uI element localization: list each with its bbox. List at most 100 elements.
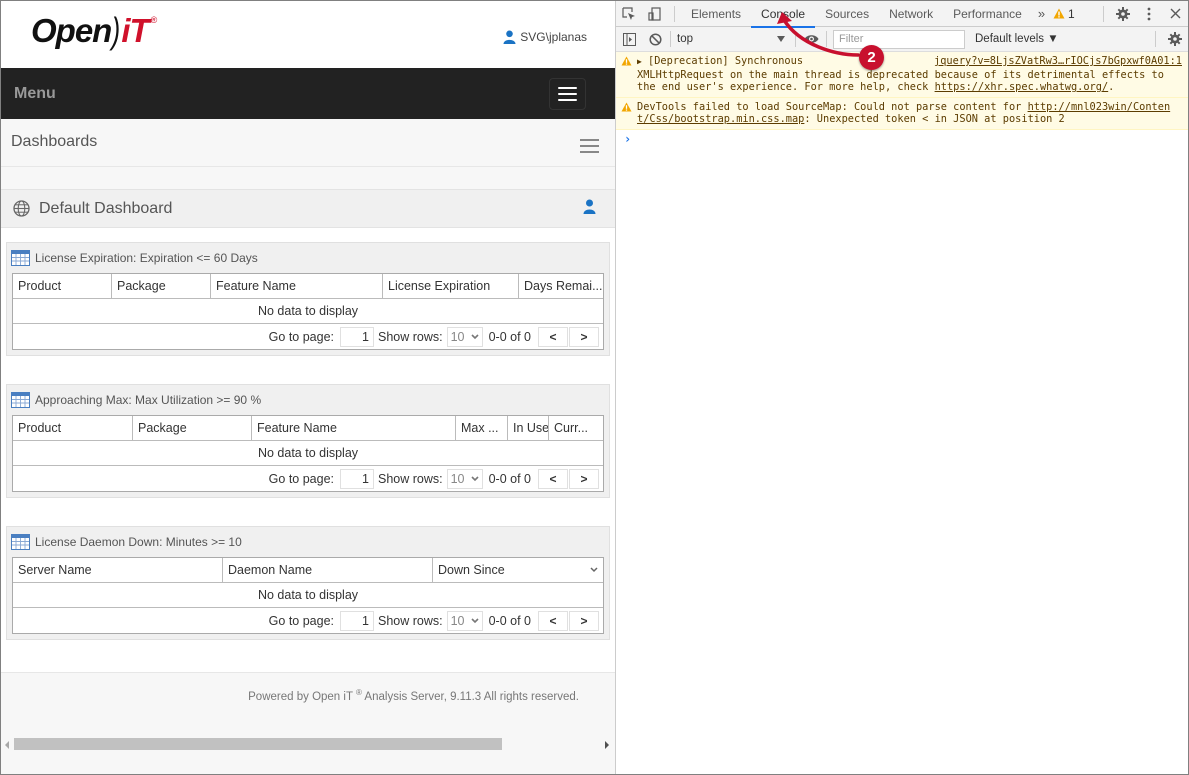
tab-network[interactable]: Network bbox=[879, 1, 943, 27]
context-selector[interactable]: top bbox=[673, 33, 793, 45]
data-grid: Product Package Feature Name Max ... In … bbox=[12, 415, 604, 492]
dashboard-content: License Expiration: Expiration <= 60 Day… bbox=[1, 228, 615, 672]
table-icon bbox=[11, 534, 30, 550]
warnings-counter[interactable]: 1 bbox=[1053, 7, 1075, 21]
goto-page-input[interactable]: 1 bbox=[340, 610, 374, 631]
column-header[interactable]: Package bbox=[112, 274, 211, 298]
web-page: Open ) iT ® SVG\jplanas Menu Dashboards … bbox=[1, 1, 615, 774]
data-grid: Product Package Feature Name License Exp… bbox=[12, 273, 604, 350]
column-header[interactable]: Server Name bbox=[13, 558, 223, 582]
empty-message: No data to display bbox=[13, 299, 603, 324]
column-header[interactable]: Product bbox=[13, 416, 133, 440]
table-icon bbox=[11, 250, 30, 266]
prev-page-button[interactable]: < bbox=[538, 468, 568, 489]
warning-icon bbox=[1053, 8, 1065, 19]
scrollbar-thumb[interactable] bbox=[14, 738, 502, 750]
show-rows-label: Show rows: bbox=[378, 329, 443, 344]
scroll-right-arrow-icon[interactable] bbox=[605, 741, 609, 749]
next-page-button[interactable]: > bbox=[569, 468, 599, 489]
clear-icon bbox=[648, 32, 662, 46]
record-count: 0-0 of 0 bbox=[488, 471, 531, 486]
goto-page-input[interactable]: 1 bbox=[340, 468, 374, 489]
pager: Go to page: 1 Show rows: 10 0-0 of 0 < > bbox=[13, 324, 603, 349]
prev-page-button[interactable]: < bbox=[538, 326, 568, 347]
show-rows-label: Show rows: bbox=[378, 471, 443, 486]
gear-icon bbox=[1168, 32, 1182, 46]
goto-page-label: Go to page: bbox=[268, 329, 334, 344]
logo-open-text: Open bbox=[31, 12, 112, 49]
tab-sources[interactable]: Sources bbox=[815, 1, 879, 27]
scroll-left-arrow-icon[interactable] bbox=[5, 741, 9, 749]
goto-page-input[interactable]: 1 bbox=[340, 326, 374, 347]
console-warning-message[interactable]: DevTools failed to load SourceMap: Could… bbox=[616, 97, 1188, 130]
console-filter-input[interactable]: Filter bbox=[833, 29, 965, 49]
menu-toggle-button[interactable] bbox=[549, 78, 586, 110]
chevron-down-icon bbox=[471, 475, 479, 481]
column-header[interactable]: Feature Name bbox=[211, 274, 383, 298]
goto-page-label: Go to page: bbox=[268, 613, 334, 628]
eye-icon bbox=[804, 35, 818, 43]
user-account-link[interactable]: SVG\jplanas bbox=[503, 30, 587, 44]
tab-elements[interactable]: Elements bbox=[681, 1, 751, 27]
more-tabs-button[interactable]: » bbox=[1032, 6, 1051, 21]
widget-title: License Expiration: Expiration <= 60 Day… bbox=[35, 251, 258, 265]
dashboards-title: Dashboards bbox=[11, 133, 98, 150]
console-prompt[interactable]: › bbox=[616, 130, 1188, 146]
rows-per-page-select[interactable]: 10 bbox=[446, 610, 483, 631]
clear-console-button[interactable] bbox=[642, 26, 668, 52]
rows-per-page-select[interactable]: 10 bbox=[446, 468, 483, 489]
hamburger-line bbox=[558, 87, 577, 89]
column-header[interactable]: Feature Name bbox=[252, 416, 456, 440]
inspect-element-button[interactable] bbox=[616, 1, 642, 27]
grid-header-row: Product Package Feature Name License Exp… bbox=[13, 274, 603, 299]
close-devtools-button[interactable] bbox=[1162, 1, 1188, 27]
column-header[interactable]: Days Remai... bbox=[519, 274, 603, 298]
prev-page-button[interactable]: < bbox=[538, 610, 568, 631]
dashboard-owner-icon[interactable] bbox=[583, 199, 596, 214]
device-toolbar-button[interactable] bbox=[642, 1, 668, 27]
tab-console[interactable]: Console bbox=[751, 1, 816, 28]
inspect-cursor-icon bbox=[622, 6, 635, 20]
pager: Go to page: 1 Show rows: 10 0-0 of 0 < > bbox=[13, 608, 603, 633]
widget-title: License Daemon Down: Minutes >= 10 bbox=[35, 535, 242, 549]
settings-button[interactable] bbox=[1110, 1, 1136, 27]
empty-message: No data to display bbox=[13, 583, 603, 608]
show-sidebar-button[interactable] bbox=[616, 26, 642, 52]
openit-logo[interactable]: Open ) iT ® bbox=[31, 11, 157, 51]
user-icon bbox=[503, 30, 516, 44]
column-header[interactable]: Curr... bbox=[549, 416, 603, 440]
customize-menu-button[interactable] bbox=[1136, 1, 1162, 27]
column-header[interactable]: Product bbox=[13, 274, 112, 298]
device-mode-icon bbox=[648, 6, 661, 21]
username: SVG\jplanas bbox=[520, 30, 587, 44]
message-link[interactable]: https://xhr.spec.whatwg.org/ bbox=[935, 81, 1109, 93]
console-output: jquery?v=8LjsZVatRw3…rIOCjs7bGpxwf0A01:1… bbox=[616, 52, 1188, 146]
widget-approaching-max: Approaching Max: Max Utilization >= 90 %… bbox=[6, 384, 610, 498]
hamburger-line bbox=[558, 99, 577, 101]
live-expression-button[interactable] bbox=[798, 26, 824, 52]
goto-page-label: Go to page: bbox=[268, 471, 334, 486]
next-page-button[interactable]: > bbox=[569, 610, 599, 631]
column-header[interactable]: Daemon Name bbox=[223, 558, 433, 582]
column-header[interactable]: In Use bbox=[508, 416, 549, 440]
dropdown-arrow-icon bbox=[777, 36, 785, 42]
column-header[interactable]: License Expiration bbox=[383, 274, 519, 298]
column-header[interactable]: Package bbox=[133, 416, 252, 440]
console-warning-message[interactable]: jquery?v=8LjsZVatRw3…rIOCjs7bGpxwf0A01:1… bbox=[616, 52, 1188, 98]
horizontal-scrollbar[interactable] bbox=[1, 737, 615, 754]
next-page-button[interactable]: > bbox=[569, 326, 599, 347]
gear-icon bbox=[1116, 6, 1130, 21]
tab-performance[interactable]: Performance bbox=[943, 1, 1032, 27]
sort-descending-icon[interactable] bbox=[590, 567, 598, 573]
pager: Go to page: 1 Show rows: 10 0-0 of 0 < > bbox=[13, 466, 603, 491]
console-settings-button[interactable] bbox=[1162, 26, 1188, 52]
warning-icon bbox=[621, 56, 632, 66]
column-header[interactable]: Down Since bbox=[433, 558, 603, 582]
log-levels-dropdown[interactable]: Default levels ▼ bbox=[975, 33, 1059, 45]
grid-header-row: Server Name Daemon Name Down Since bbox=[13, 558, 603, 583]
expand-triangle-icon[interactable]: ▶ bbox=[637, 57, 642, 66]
column-header[interactable]: Max ... bbox=[456, 416, 508, 440]
message-source-link[interactable]: jquery?v=8LjsZVatRw3…rIOCjs7bGpxwf0A01:1 bbox=[934, 55, 1182, 68]
dashboards-menu-icon[interactable] bbox=[580, 139, 599, 153]
rows-per-page-select[interactable]: 10 bbox=[446, 326, 483, 347]
